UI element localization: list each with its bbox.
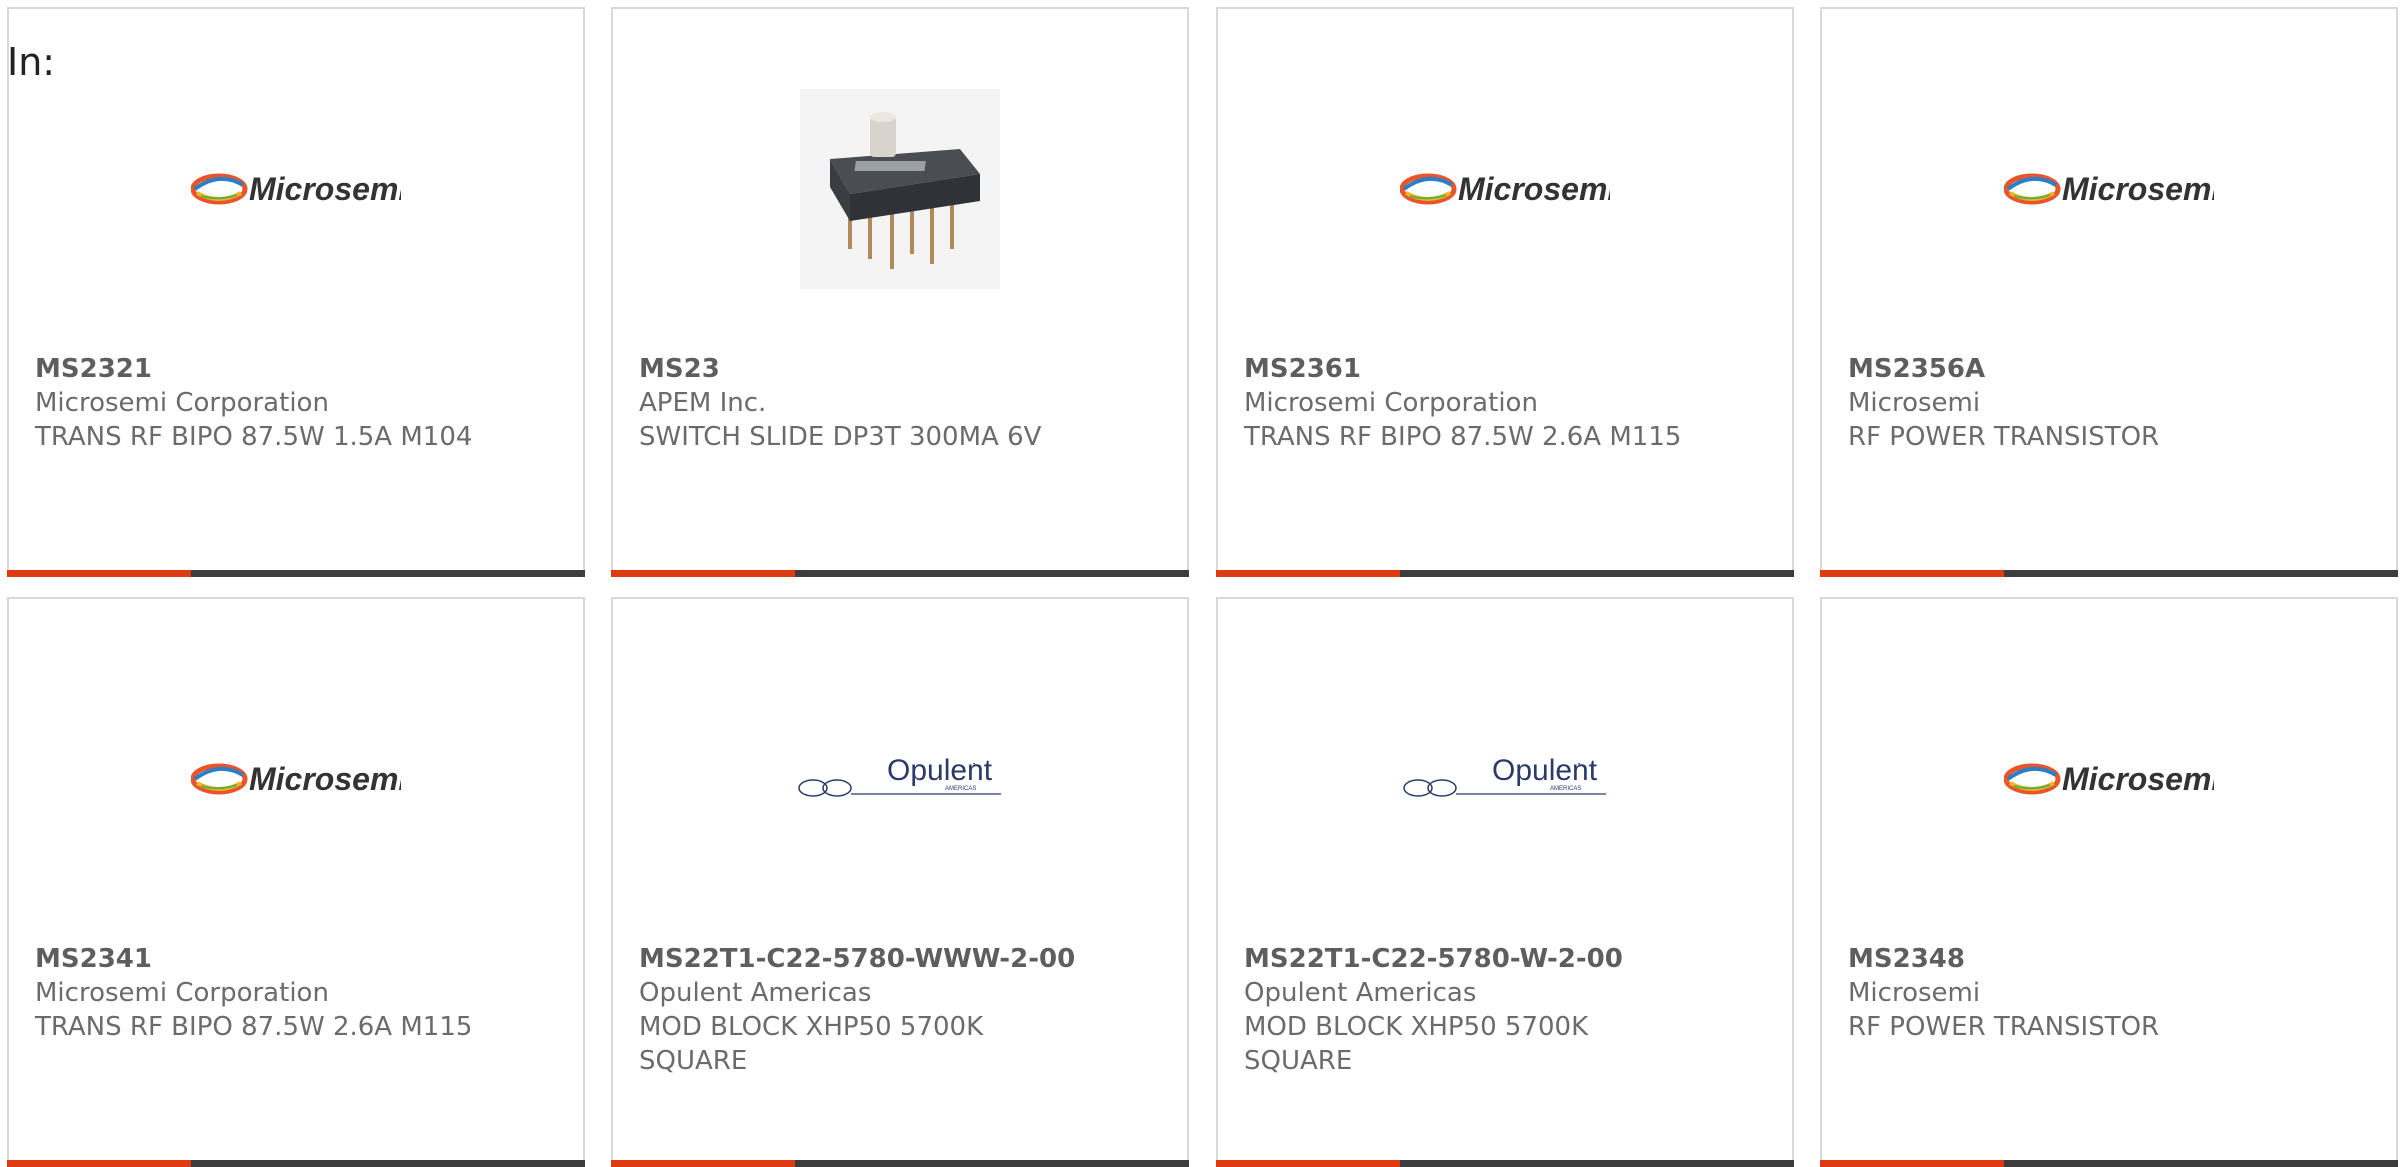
product-image: Opulent • AMERICAS — [1218, 659, 1792, 899]
manufacturer: Microsemi Corporation — [1244, 388, 1538, 418]
part-number[interactable]: MS2341 — [35, 942, 563, 976]
svg-text:Microsemi: Microsemi — [249, 761, 401, 797]
product-image: Opulent • AMERICAS — [613, 659, 1187, 899]
microsemi-logo-icon: Microsemi — [191, 171, 401, 207]
manufacturer: Microsemi Corporation — [35, 388, 329, 418]
card-accent — [7, 1160, 191, 1167]
product-card[interactable]: MS23 APEM Inc. SWITCH SLIDE DP3T 300MA 6… — [611, 7, 1189, 577]
part-number[interactable]: MS2321 — [35, 352, 563, 386]
manufacturer: Microsemi Corporation — [35, 978, 329, 1008]
svg-text:Opulent: Opulent — [887, 754, 993, 787]
svg-text:Microsemi: Microsemi — [249, 171, 401, 207]
opulent-logo-icon: Opulent • AMERICAS — [798, 754, 1001, 797]
card-bottom-bar — [611, 570, 1189, 577]
description: RF POWER TRANSISTOR — [1848, 1012, 2160, 1042]
part-number[interactable]: MS2361 — [1244, 352, 1772, 386]
product-image: Microsemi — [9, 659, 583, 899]
svg-text:AMERICAS: AMERICAS — [1550, 786, 1581, 792]
product-image — [613, 69, 1187, 309]
card-accent — [611, 1160, 795, 1167]
product-info: MS2361 Microsemi Corporation TRANS RF BI… — [1244, 352, 1772, 454]
description: MOD BLOCK XHP50 5700K SQUARE — [1244, 1012, 1589, 1076]
card-bottom-bar — [611, 1160, 1189, 1167]
manufacturer: Opulent Americas — [1244, 978, 1477, 1008]
manufacturer: Opulent Americas — [639, 978, 872, 1008]
card-accent — [1820, 570, 2004, 577]
product-info: MS2348 Microsemi RF POWER TRANSISTOR — [1848, 942, 2376, 1044]
card-bottom-bar — [7, 1160, 585, 1167]
opulent-logo-icon: Opulent • AMERICAS — [1403, 754, 1606, 797]
product-image: Microsemi — [1822, 659, 2396, 899]
product-info: MS2356A Microsemi RF POWER TRANSISTOR — [1848, 352, 2376, 454]
product-card[interactable]: Microsemi MS2348 Microsemi RF POWER TRAN… — [1820, 597, 2398, 1167]
product-image: Microsemi — [1218, 69, 1792, 309]
card-accent — [7, 570, 191, 577]
description: SWITCH SLIDE DP3T 300MA 6V — [639, 422, 1042, 452]
filter-label: In: — [7, 40, 56, 84]
product-card[interactable]: Opulent • AMERICAS MS22T1-C22-5780-W-2-0… — [1216, 597, 1794, 1167]
part-number[interactable]: MS23 — [639, 352, 1167, 386]
card-accent — [611, 570, 795, 577]
card-accent — [1216, 570, 1400, 577]
card-bottom-bar — [1820, 570, 2398, 577]
part-number[interactable]: MS2348 — [1848, 942, 2376, 976]
product-card[interactable]: Microsemi MS2356A Microsemi RF POWER TRA… — [1820, 7, 2398, 577]
product-info: MS22T1-C22-5780-W-2-00 Opulent Americas … — [1244, 942, 1772, 1078]
card-accent — [1216, 1160, 1400, 1167]
manufacturer: APEM Inc. — [639, 388, 767, 418]
svg-text:Opulent: Opulent — [1492, 754, 1598, 787]
product-image: Microsemi — [1822, 69, 2396, 309]
product-info: MS22T1-C22-5780-WWW-2-00 Opulent America… — [639, 942, 1167, 1078]
microsemi-logo-icon: Microsemi — [2004, 761, 2214, 797]
svg-text:•: • — [1578, 762, 1580, 768]
svg-text:Microsemi: Microsemi — [2062, 171, 2214, 207]
manufacturer: Microsemi — [1848, 978, 1981, 1008]
svg-text:Microsemi: Microsemi — [1458, 171, 1610, 207]
description: RF POWER TRANSISTOR — [1848, 422, 2160, 452]
microsemi-logo-icon: Microsemi — [2004, 171, 2214, 207]
svg-text:Microsemi: Microsemi — [2062, 761, 2214, 797]
part-number[interactable]: MS2356A — [1848, 352, 2376, 386]
product-info: MS2341 Microsemi Corporation TRANS RF BI… — [35, 942, 563, 1044]
product-info: MS2321 Microsemi Corporation TRANS RF BI… — [35, 352, 563, 454]
product-info: MS23 APEM Inc. SWITCH SLIDE DP3T 300MA 6… — [639, 352, 1167, 454]
svg-text:•: • — [973, 762, 975, 768]
description: TRANS RF BIPO 87.5W 2.6A M115 — [1244, 422, 1682, 452]
product-card[interactable]: Opulent • AMERICAS MS22T1-C22-5780-WWW-2… — [611, 597, 1189, 1167]
description: TRANS RF BIPO 87.5W 2.6A M115 — [35, 1012, 473, 1042]
card-bottom-bar — [7, 570, 585, 577]
card-accent — [1820, 1160, 2004, 1167]
product-card[interactable]: Microsemi MS2321 Microsemi Corporation T… — [7, 7, 585, 577]
card-bottom-bar — [1820, 1160, 2398, 1167]
slide-switch-icon — [800, 89, 1000, 289]
description: TRANS RF BIPO 87.5W 1.5A M104 — [35, 422, 473, 452]
part-number[interactable]: MS22T1-C22-5780-W-2-00 — [1244, 942, 1772, 976]
microsemi-logo-icon: Microsemi — [191, 761, 401, 797]
microsemi-logo-icon: Microsemi — [1400, 171, 1610, 207]
card-bottom-bar — [1216, 570, 1794, 577]
part-number[interactable]: MS22T1-C22-5780-WWW-2-00 — [639, 942, 1167, 976]
svg-text:AMERICAS: AMERICAS — [945, 786, 976, 792]
product-card[interactable]: Microsemi MS2361 Microsemi Corporation T… — [1216, 7, 1794, 577]
description: MOD BLOCK XHP50 5700K SQUARE — [639, 1012, 984, 1076]
product-card[interactable]: Microsemi MS2341 Microsemi Corporation T… — [7, 597, 585, 1167]
card-bottom-bar — [1216, 1160, 1794, 1167]
product-image: Microsemi — [9, 69, 583, 309]
manufacturer: Microsemi — [1848, 388, 1981, 418]
